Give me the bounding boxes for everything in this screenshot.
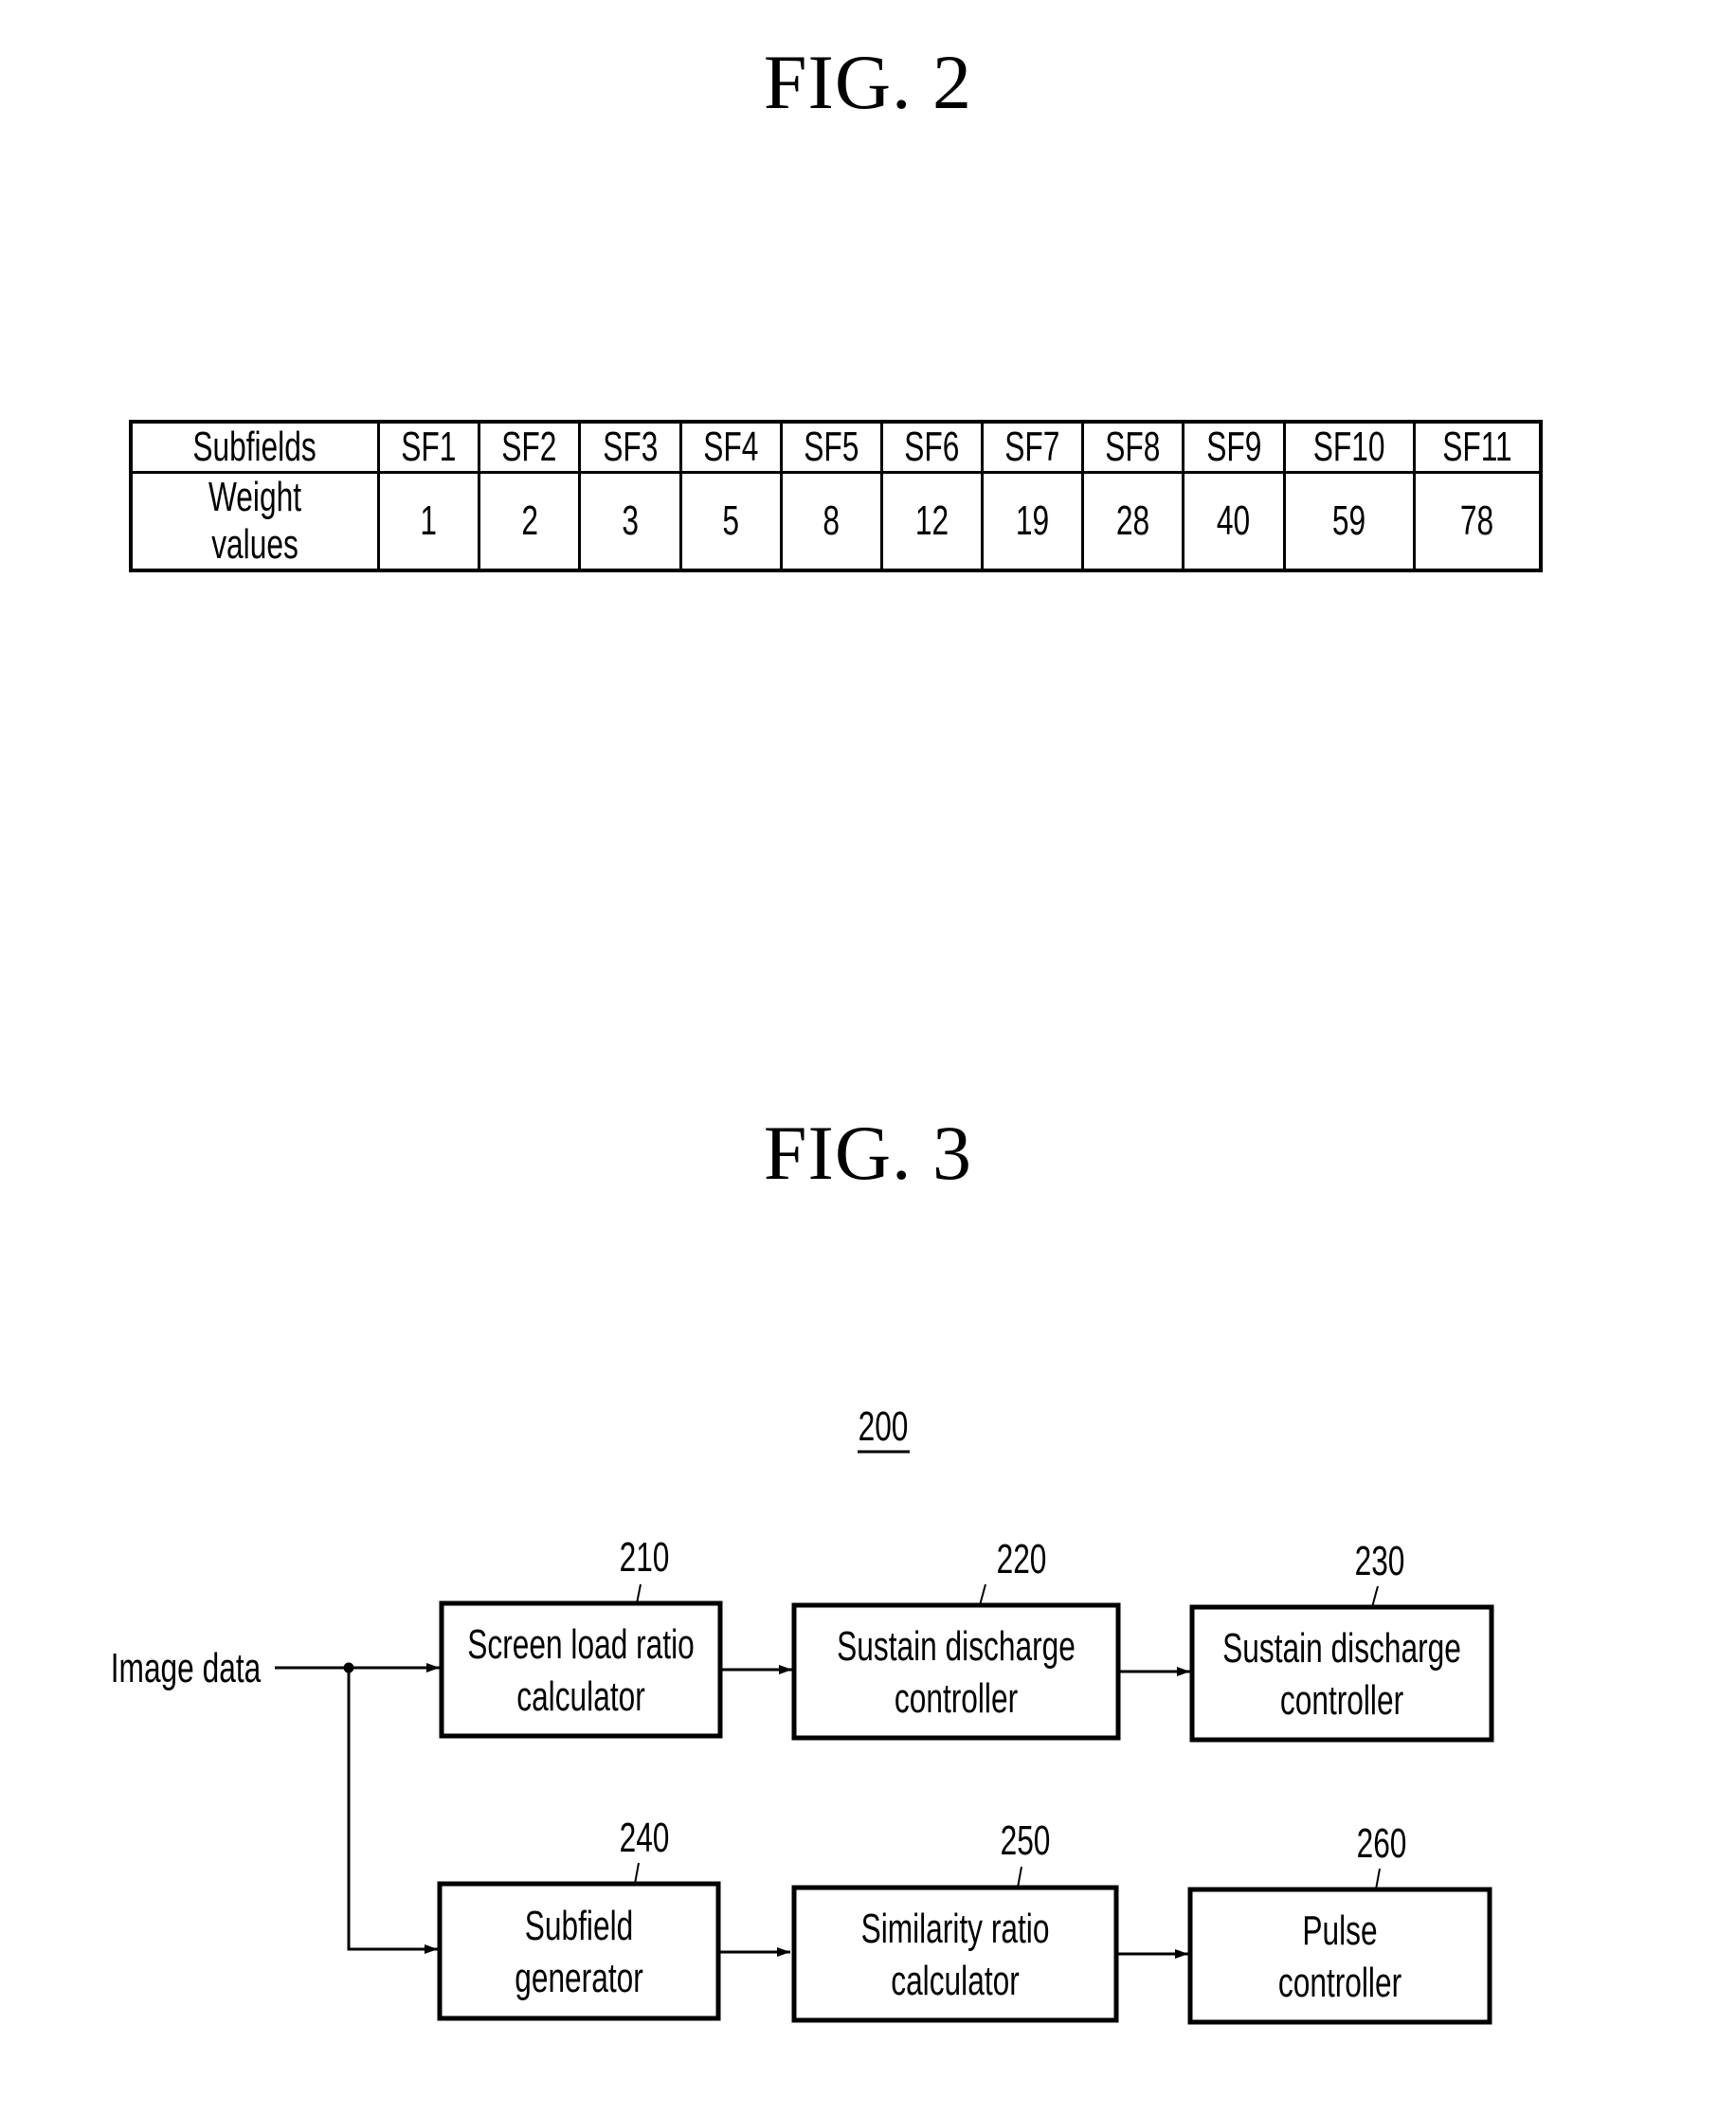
block-diagram: 200 Image data Screen load ratio calcula… — [111, 1403, 1494, 2025]
arrow-input-to-240 — [347, 1668, 438, 1954]
system-ref-label: 200 — [859, 1403, 909, 1450]
block-230-line1: Sustain discharge — [1222, 1625, 1461, 1672]
leader-line — [1017, 1866, 1022, 1889]
block-260-ref: 260 — [1357, 1820, 1407, 1867]
leader-line — [636, 1583, 642, 1604]
block-250-line2: calculator — [891, 1958, 1020, 2004]
block-240-line2: generator — [515, 1955, 643, 2001]
leader-line — [979, 1583, 986, 1606]
input-label: Image data — [111, 1645, 262, 1691]
block-230-line2: controller — [1280, 1677, 1403, 1724]
block-240-ref: 240 — [620, 1815, 670, 1861]
block-230-ref: 230 — [1355, 1538, 1405, 1584]
block-260: Pulse controller 260 — [1187, 1820, 1492, 2025]
leader-line — [1371, 1585, 1379, 1608]
block-230: Sustain discharge controller 230 — [1189, 1538, 1494, 1743]
block-210-line2: calculator — [516, 1673, 645, 1720]
block-210: Screen load ratio calculator 210 — [439, 1534, 723, 1739]
block-220-ref: 220 — [997, 1536, 1047, 1582]
block-250: Similarity ratio calculator 250 — [791, 1817, 1119, 2023]
block-220-line1: Sustain discharge — [837, 1623, 1076, 1670]
block-210-ref: 210 — [620, 1534, 670, 1581]
block-260-line2: controller — [1278, 1960, 1401, 2006]
leader-line — [634, 1862, 640, 1885]
leader-line — [1375, 1868, 1381, 1890]
block-220-line2: controller — [895, 1675, 1018, 1722]
block-210-line1: Screen load ratio — [467, 1621, 694, 1668]
block-250-ref: 250 — [1001, 1817, 1051, 1864]
block-240-line1: Subfield — [525, 1903, 633, 1949]
block-220: Sustain discharge controller 220 — [791, 1536, 1121, 1741]
block-250-line1: Similarity ratio — [861, 1906, 1050, 1952]
block-260-line1: Pulse — [1302, 1907, 1377, 1954]
block-240: Subfield generator 240 — [437, 1815, 721, 2021]
